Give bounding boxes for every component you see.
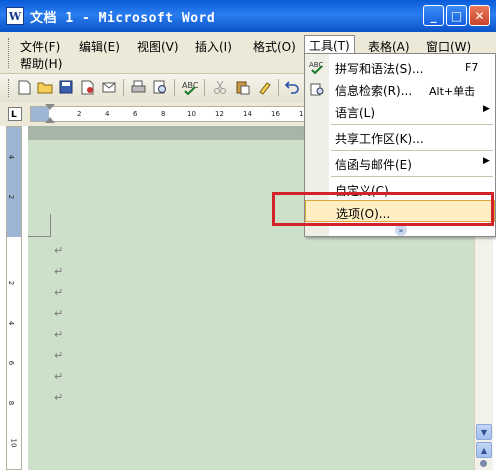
menu-view[interactable]: 视图(V)	[133, 37, 183, 56]
toolbar-separator	[174, 79, 175, 96]
submenu-arrow-icon: ▶	[483, 104, 490, 114]
menu-item-label: 语言(L)	[335, 106, 376, 120]
menu-separator	[331, 176, 493, 177]
menu-help[interactable]: 帮助(H)	[16, 54, 66, 73]
ruler-tick: 16	[271, 110, 280, 118]
close-button[interactable]: ✕	[469, 5, 490, 26]
menu-item-letters-mailings[interactable]: 信函与邮件(E) ▶	[305, 152, 495, 174]
menu-item-options[interactable]: 选项(O)...	[305, 200, 495, 222]
horizontal-ruler[interactable]: 2 4 6 8 10 12 14 16 1	[30, 104, 310, 123]
ruler-tick: 12	[215, 110, 224, 118]
first-line-indent-marker[interactable]	[45, 104, 55, 110]
email-icon[interactable]	[101, 79, 117, 95]
expand-menu-chevron-icon[interactable]: »	[395, 224, 407, 236]
toolbar-grip[interactable]	[8, 79, 9, 97]
menu-insert[interactable]: 插入(I)	[191, 37, 236, 56]
ruler-tick: 8	[161, 110, 166, 118]
ruler-tick: 4	[105, 110, 110, 118]
menu-item-spelling-grammar[interactable]: ABC 拼写和语法(S)... F7	[305, 56, 495, 78]
paragraph-mark: ↵	[54, 244, 64, 257]
minimize-button[interactable]: _	[423, 5, 444, 26]
menu-separator	[331, 150, 493, 151]
ruler-tick: 1	[299, 110, 304, 118]
menu-item-customize[interactable]: 自定义(C)...	[305, 178, 495, 200]
spelling-icon[interactable]: ABC	[182, 79, 198, 95]
toolbar-separator	[204, 79, 205, 96]
format-painter-icon[interactable]	[256, 79, 272, 95]
menu-item-label: 共享工作区(K)...	[335, 132, 424, 146]
research-icon	[309, 81, 325, 97]
ruler-tick: 2	[77, 110, 82, 118]
ruler-tick: 14	[243, 110, 252, 118]
window-controls: _ □ ✕	[423, 5, 490, 26]
ruler-tick: 6	[133, 110, 138, 118]
menu-separator	[331, 124, 493, 125]
ruler-tick: 4	[7, 320, 16, 326]
menu-item-shared-workspace[interactable]: 共享工作区(K)...	[305, 126, 495, 148]
word-app-icon[interactable]: W	[6, 7, 24, 25]
title-bar: W 文档 1 - Microsoft Word _ □ ✕	[0, 0, 496, 32]
cut-icon[interactable]	[212, 79, 228, 95]
menu-item-label: 自定义(C)...	[335, 184, 401, 198]
menu-item-shortcut: Alt+单击	[429, 85, 476, 98]
paragraph-mark: ↵	[54, 391, 64, 404]
svg-text:ABC: ABC	[182, 81, 198, 90]
new-icon[interactable]	[16, 79, 32, 95]
hanging-indent-marker[interactable]	[45, 117, 55, 123]
window-title: 文档 1 - Microsoft Word	[30, 10, 216, 26]
paragraph-mark: ↵	[54, 349, 64, 362]
menu-item-label: 信函与邮件(E)	[335, 158, 412, 172]
submenu-arrow-icon: ▶	[483, 156, 490, 166]
vertical-ruler[interactable]: 4 2 2 4 6 8 10	[6, 126, 22, 470]
paragraph-mark: ↵	[54, 370, 64, 383]
browse-up-button[interactable]: ▲	[476, 442, 492, 458]
tools-dropdown-menu: ABC 拼写和语法(S)... F7 信息检索(R)... Alt+单击 语言(…	[304, 53, 496, 237]
paragraph-mark: ↵	[54, 307, 64, 320]
ruler-tick: 2	[7, 280, 16, 286]
menu-item-language[interactable]: 语言(L) ▶	[305, 100, 495, 122]
ruler-tick: 6	[7, 360, 16, 366]
menu-item-research[interactable]: 信息检索(R)... Alt+单击	[305, 78, 495, 100]
permission-icon[interactable]	[80, 79, 96, 95]
open-icon[interactable]	[37, 79, 53, 95]
save-icon[interactable]	[58, 79, 74, 95]
paragraph-mark: ↵	[54, 265, 64, 278]
menu-item-label: 选项(O)...	[336, 207, 391, 221]
browse-object-button[interactable]	[480, 460, 487, 467]
ruler-tick: 4	[7, 154, 16, 160]
ruler-tick: 10	[9, 438, 18, 448]
top-margin-area	[7, 127, 21, 237]
tab-selector[interactable]: L	[8, 107, 22, 121]
menu-item-label: 信息检索(R)...	[335, 84, 413, 98]
maximize-button[interactable]: □	[446, 5, 467, 26]
menu-edit[interactable]: 编辑(E)	[75, 37, 124, 56]
paste-icon[interactable]	[234, 79, 250, 95]
paragraph-mark: ↵	[54, 328, 64, 341]
menu-format[interactable]: 格式(O)	[249, 37, 300, 56]
scroll-down-button[interactable]: ▼	[476, 424, 492, 440]
undo-icon[interactable]	[284, 79, 300, 95]
print-icon[interactable]	[130, 79, 146, 95]
toolbar-separator	[123, 79, 124, 96]
menubar-grip[interactable]	[8, 38, 11, 68]
menu-item-shortcut: F7	[465, 61, 479, 74]
menu-item-label: 拼写和语法(S)...	[335, 62, 424, 76]
text-boundary-corner	[28, 214, 51, 237]
paragraph-mark: ↵	[54, 286, 64, 299]
print-preview-icon[interactable]	[152, 79, 168, 95]
toolbar-separator	[278, 79, 279, 96]
ruler-tick: 10	[187, 110, 196, 118]
spelling-icon: ABC	[309, 59, 325, 75]
ruler-tick: 8	[7, 400, 16, 406]
ruler-tick: 2	[7, 194, 16, 200]
